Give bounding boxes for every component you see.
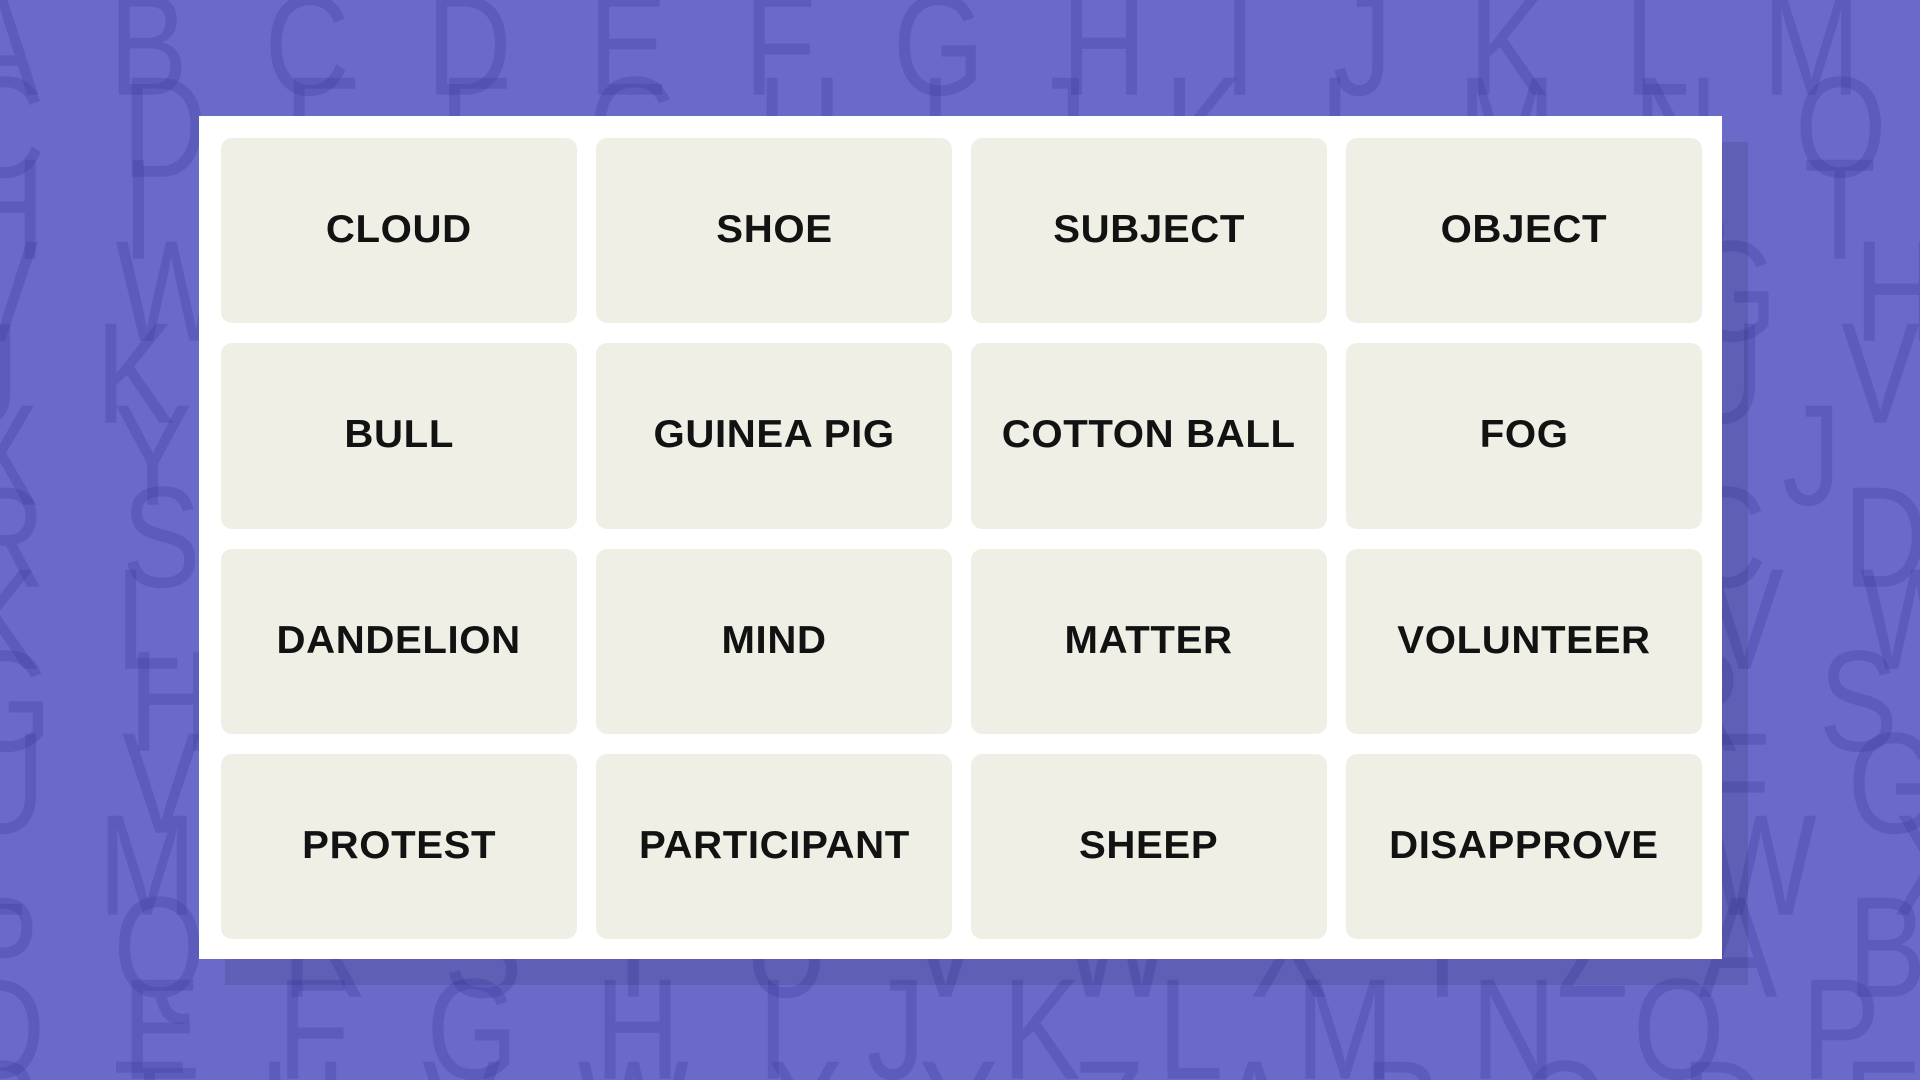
- word-tile-label: SUBJECT: [1053, 208, 1245, 252]
- word-tile[interactable]: VOLUNTEER: [1346, 548, 1702, 734]
- word-tile[interactable]: PROTEST: [221, 753, 577, 939]
- word-tile-label: OBJECT: [1440, 208, 1608, 252]
- word-tile[interactable]: OBJECT: [1346, 138, 1702, 324]
- background-letter-row: A B C D E F G H I J K L M N O P Q R S T …: [0, 0, 1920, 127]
- background-letter-row: D E F G H I J K L M N O P Q R S T U V W …: [0, 949, 1920, 1080]
- word-tile[interactable]: BULL: [221, 343, 577, 529]
- word-tile-label: DANDELION: [276, 618, 522, 662]
- word-tile[interactable]: GUINEA PIG: [596, 343, 952, 529]
- word-tile[interactable]: COTTON BALL: [971, 343, 1327, 529]
- word-tile-label: DISAPPROVE: [1389, 823, 1659, 867]
- word-tile-grid: CLOUD SHOE SUBJECT OBJECT BULL GUINEA PIG COTT…: [221, 138, 1702, 939]
- background-letter-row: S T U V W X Y Z A B C D E F G H I J K L …: [0, 1040, 1920, 1080]
- word-tile-label: VOLUNTEER: [1397, 618, 1651, 662]
- word-tile[interactable]: SHEEP: [971, 753, 1327, 939]
- word-tile-label: SHOE: [715, 208, 833, 252]
- puzzle-board-card: CLOUD SHOE SUBJECT OBJECT BULL GUINEA PIG COTT…: [199, 116, 1722, 959]
- word-tile[interactable]: FOG: [1346, 343, 1702, 529]
- word-tile[interactable]: MIND: [596, 548, 952, 734]
- word-tile-label: GUINEA PIG: [653, 413, 895, 457]
- word-tile[interactable]: PARTICIPANT: [596, 753, 952, 939]
- game-screen: A B C D E F G H I J K L M N O P Q R S T …: [0, 0, 1920, 1080]
- word-tile-label: MATTER: [1064, 618, 1234, 662]
- word-tile-label: PROTEST: [301, 823, 497, 867]
- word-tile-label: MIND: [721, 618, 827, 662]
- word-tile[interactable]: SUBJECT: [971, 138, 1327, 324]
- word-tile[interactable]: SHOE: [596, 138, 952, 324]
- word-tile-label: COTTON BALL: [1002, 413, 1296, 457]
- word-tile[interactable]: CLOUD: [221, 138, 577, 324]
- word-tile[interactable]: DISAPPROVE: [1346, 753, 1702, 939]
- word-tile[interactable]: DANDELION: [221, 548, 577, 734]
- word-tile-label: SHEEP: [1079, 823, 1219, 867]
- word-tile-label: FOG: [1479, 413, 1569, 457]
- word-tile-label: CLOUD: [326, 208, 472, 252]
- word-tile-label: BULL: [344, 413, 454, 457]
- word-tile-label: PARTICIPANT: [638, 823, 910, 867]
- word-tile[interactable]: MATTER: [971, 548, 1327, 734]
